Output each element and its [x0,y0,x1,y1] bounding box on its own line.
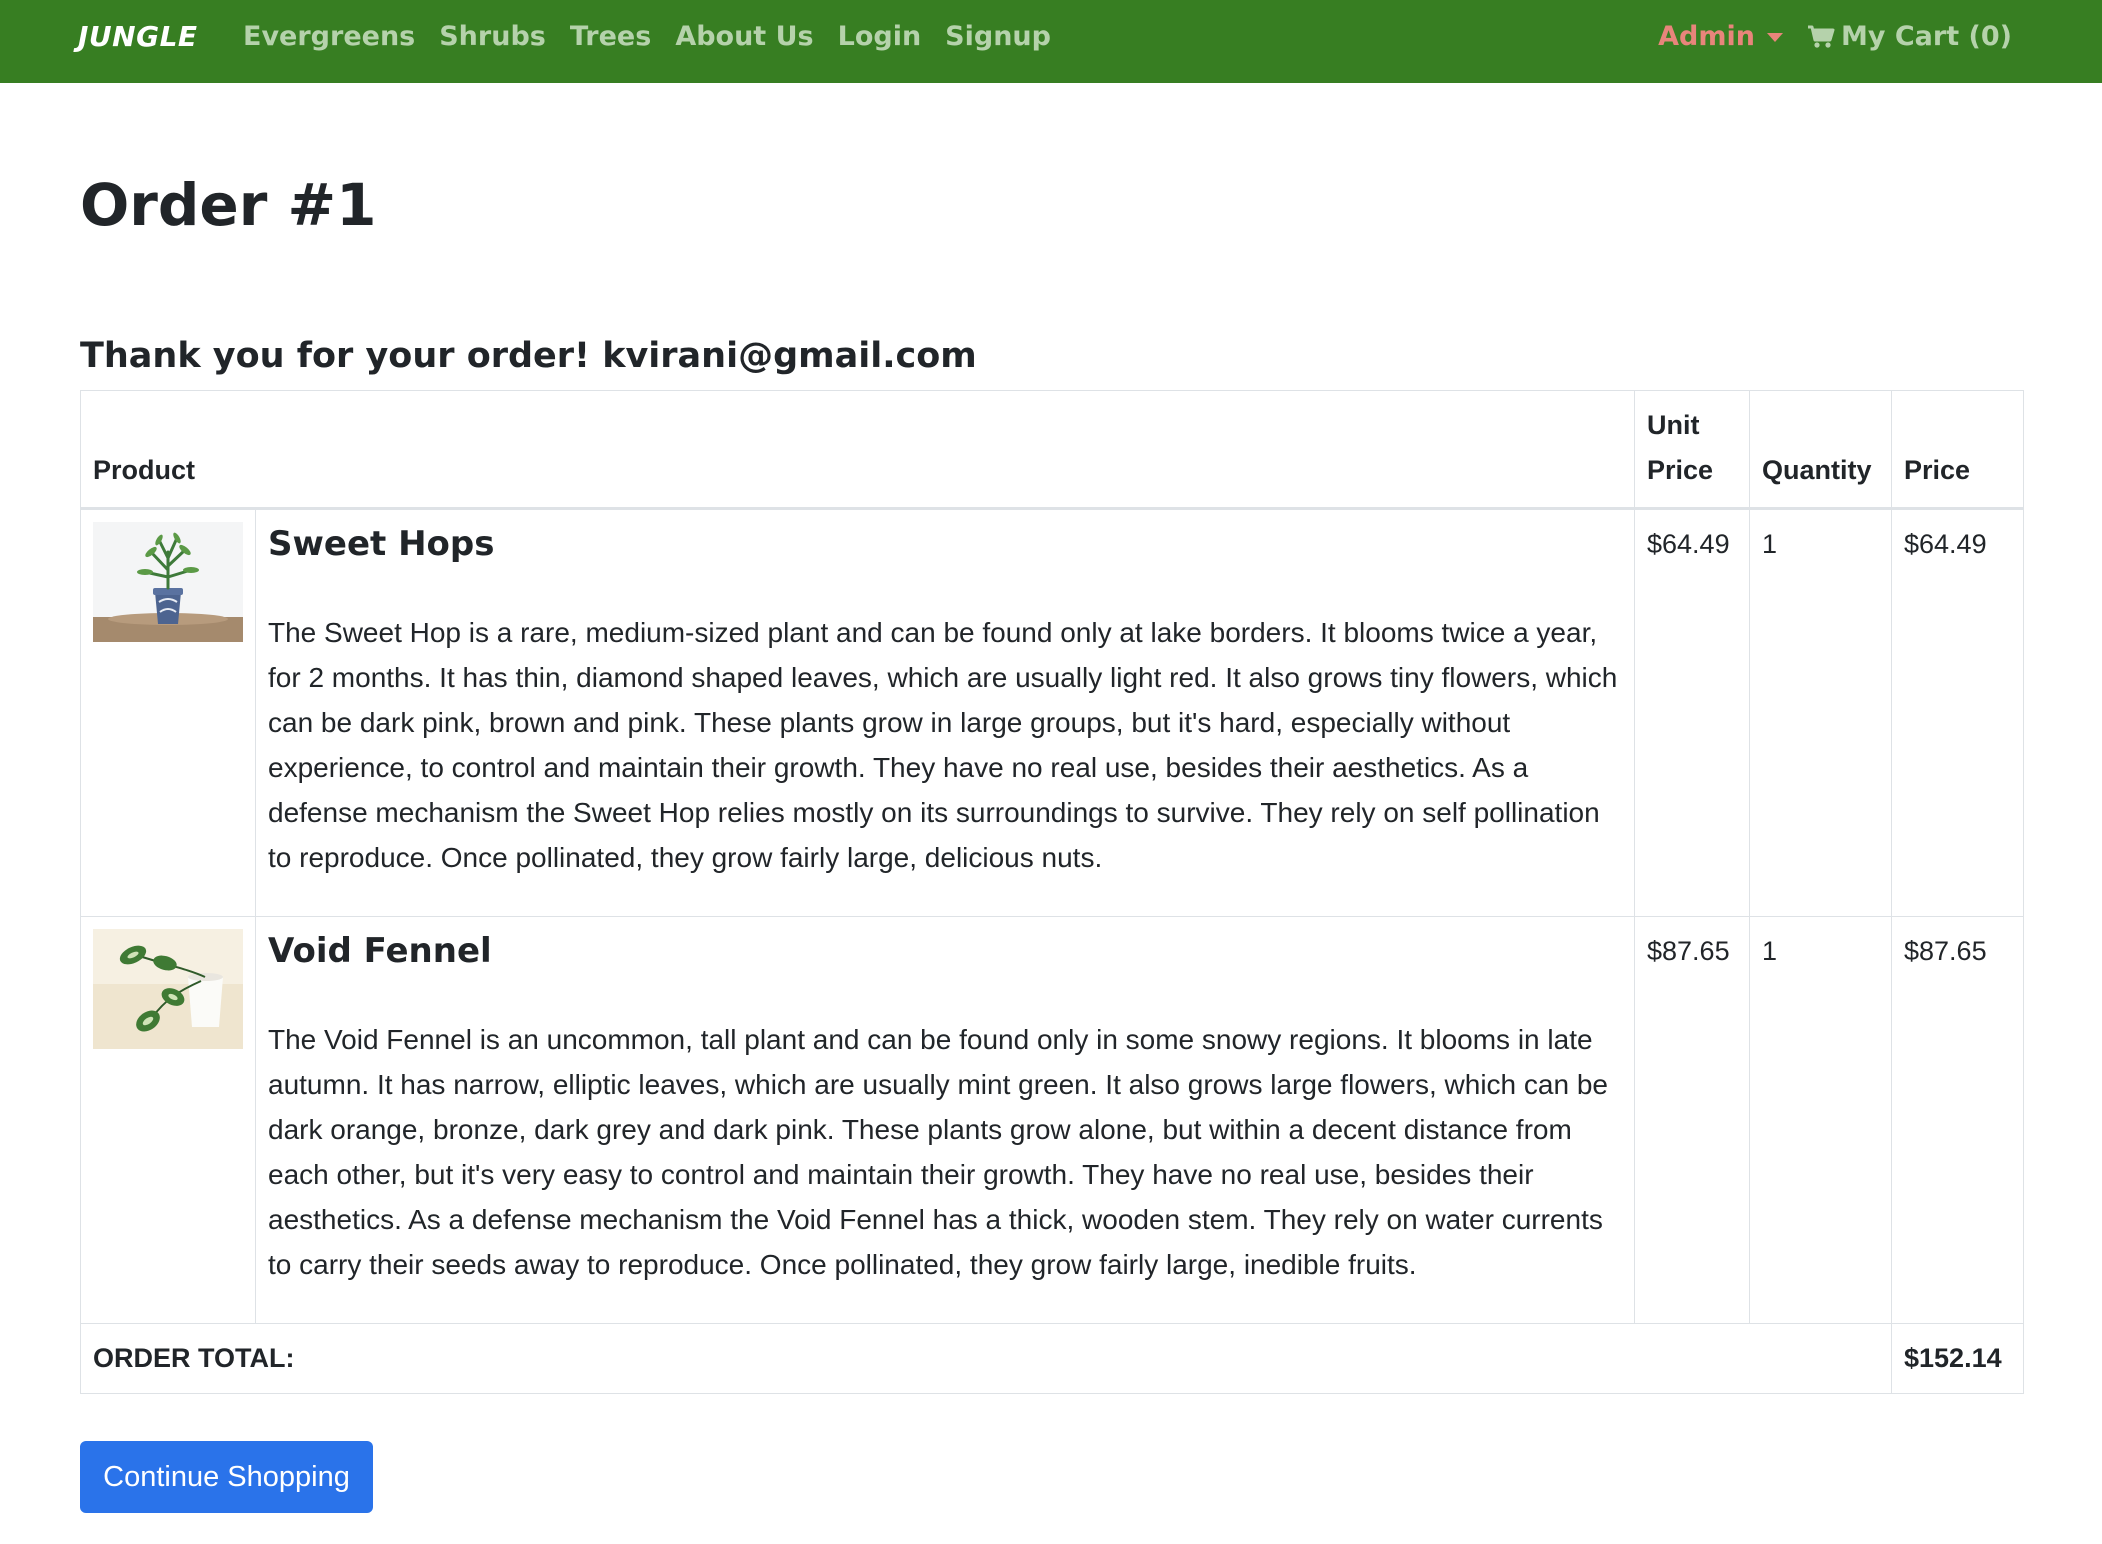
brand-logo[interactable]: JUNGLE [78,20,198,53]
potted-plant-thumbnail [93,522,243,642]
nav-link-signup[interactable]: Signup [945,18,1051,56]
navbar: JUNGLE Evergreens Shrubs Trees About Us … [0,0,2102,83]
header-unit-price-line1: Unit [1647,410,1700,440]
nav-link-trees[interactable]: Trees [570,18,651,56]
admin-dropdown[interactable]: Admin [1658,18,1783,56]
order-total-row: ORDER TOTAL: $152.14 [80,1323,2024,1394]
vine-plant-thumbnail [93,929,243,1049]
price-cell: $87.65 [1891,916,2024,1324]
header-quantity: Quantity [1749,390,1892,510]
table-header-row: Product Unit Price Quantity Price [80,390,2024,510]
nav-link-about-us[interactable]: About Us [675,18,813,56]
product-name: Sweet Hops [268,524,495,564]
price-cell: $64.49 [1891,508,2024,917]
page-title: Order #1 [80,171,377,239]
order-total-label: ORDER TOTAL: [80,1323,1892,1394]
product-name: Void Fennel [268,931,492,971]
header-unit-price: Unit Price [1634,390,1750,510]
thank-you-message: Thank you for your order! kvirani@gmail.… [80,333,977,379]
header-product: Product [80,390,1635,510]
nav-links: Evergreens Shrubs Trees About Us Login S… [243,18,1075,56]
product-image-cell [80,508,256,917]
nav-link-shrubs[interactable]: Shrubs [439,18,546,56]
my-cart-link[interactable]: My Cart (0) [1807,18,2012,56]
unit-price-cell: $87.65 [1634,916,1750,1324]
nav-right: Admin My Cart (0) [1658,18,2012,56]
nav-link-login[interactable]: Login [838,18,922,56]
cart-label: My Cart (0) [1841,21,2012,52]
table-row: Sweet Hops The Sweet Hop is a rare, medi… [80,508,2024,917]
product-description: The Sweet Hop is a rare, medium-sized pl… [268,617,1618,873]
product-info-cell: Sweet Hops The Sweet Hop is a rare, medi… [255,508,1635,917]
order-total-value: $152.14 [1891,1323,2024,1394]
nav-link-evergreens[interactable]: Evergreens [243,18,415,56]
customer-email: kvirani@gmail.com [602,336,977,376]
product-image-cell [80,916,256,1324]
header-price: Price [1891,390,2024,510]
admin-label: Admin [1658,21,1755,52]
product-description: The Void Fennel is an uncommon, tall pla… [268,1024,1608,1280]
product-info-cell: Void Fennel The Void Fennel is an uncomm… [255,916,1635,1324]
order-table: Product Unit Price Quantity Price Sweet … [80,390,2024,1394]
chevron-down-icon [1767,32,1783,42]
quantity-cell: 1 [1749,508,1892,917]
continue-shopping-button[interactable]: Continue Shopping [80,1441,373,1513]
thank-you-text: Thank you for your order! [80,336,591,376]
table-row: Void Fennel The Void Fennel is an uncomm… [80,916,2024,1324]
quantity-cell: 1 [1749,916,1892,1324]
shopping-cart-icon [1808,25,1835,48]
unit-price-cell: $64.49 [1634,508,1750,917]
header-unit-price-line2: Price [1647,455,1714,485]
